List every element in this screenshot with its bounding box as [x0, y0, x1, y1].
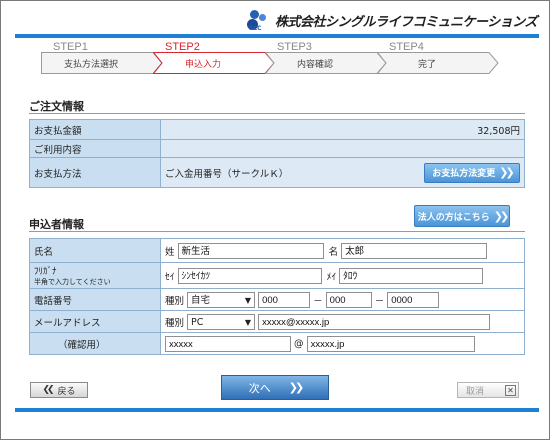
table-row: お支払金額 32,508円 [29, 119, 525, 140]
applicant-section-title: 申込者情報 [29, 218, 84, 231]
name-label: 氏名 [29, 238, 161, 263]
step-indicator: STEP1 支払方法選択 STEP2 申込入力 STEP3 内容確認 STEP4 [41, 41, 501, 75]
sei-input[interactable]: 新生活 [177, 242, 324, 259]
confirm-local-input[interactable]: xxxxx [165, 335, 291, 352]
brand-name: 株式会社シングルライフコミュニケーションズ [275, 14, 537, 30]
confirm-domain-input[interactable]: xxxxx.jp [306, 335, 475, 352]
brand-logo: SLC 株式会社シングルライフコミュニケーションズ [247, 9, 537, 32]
email-input[interactable]: xxxxx@xxxxx.jp [258, 313, 491, 330]
method-cell: ご入金用番号（サークルＫ） お支払方法変更 ❯❯ [160, 157, 525, 188]
phone-type-select[interactable]: 自宅 ▼ [187, 291, 256, 308]
usage-label: ご利用内容 [29, 139, 161, 158]
email-label: メールアドレス [29, 310, 161, 333]
table-row: 氏名 姓 新生活 名 太郎 [29, 238, 525, 263]
cancel-button[interactable]: 取消 ✕ [457, 382, 519, 398]
top-divider [15, 34, 539, 38]
next-button[interactable]: 次へ ❯❯ [221, 375, 329, 400]
method-label: お支払方法 [29, 157, 161, 188]
usage-value [160, 139, 525, 158]
amount-value: 32,508円 [160, 119, 525, 140]
page-frame: SLC 株式会社シングルライフコミュニケーションズ STEP1 支払方法選択 S… [0, 0, 550, 440]
phone-cell: 種別 自宅 ▼ 000 － 000 － 0000 [160, 288, 525, 311]
email-type-select[interactable]: PC ▼ [187, 313, 256, 330]
kana-note: 半角で入力してください [34, 278, 111, 286]
step-3: STEP3 内容確認 [265, 41, 387, 75]
section-divider [29, 113, 525, 114]
order-table: お支払金額 32,508円 ご利用内容 お支払方法 ご入金用番号（サークルＫ） … [29, 119, 525, 188]
step-4: STEP4 完了 [377, 41, 499, 75]
phone-label: 電話番号 [29, 288, 161, 311]
chevron-left-icon: ❮❮ [42, 385, 54, 395]
confirm-cell: xxxxx @ xxxxx.jp [160, 332, 525, 355]
phone-part1-input[interactable]: 000 [258, 291, 311, 308]
step-1: STEP1 支払方法選択 [41, 41, 163, 75]
kana-sei-input[interactable]: ｼﾝｾｲｶﾂ [177, 267, 322, 284]
phone-part3-input[interactable]: 0000 [387, 291, 440, 308]
phone-part2-input[interactable]: 000 [325, 291, 372, 308]
bottom-divider [15, 408, 539, 412]
table-row: メールアドレス 種別 PC ▼ xxxxx@xxxxx.jp [29, 310, 525, 333]
corporate-button[interactable]: 法人の方はこちら ❯❯ [414, 205, 510, 227]
method-value: ご入金用番号（サークルＫ） [165, 168, 289, 180]
applicant-table: 氏名 姓 新生活 名 太郎 ﾌﾘｶﾞﾅ 半角で入力してください ｾｲ ｼﾝｾｲｶ… [29, 238, 525, 355]
kana-label-cell: ﾌﾘｶﾞﾅ 半角で入力してください [29, 262, 161, 289]
dropdown-arrow-icon: ▼ [244, 317, 252, 327]
chevron-right-icon: ❯❯ [493, 209, 510, 223]
kana-label: ﾌﾘｶﾞﾅ [34, 267, 57, 277]
step-2: STEP2 申込入力 [153, 41, 275, 75]
close-icon: ✕ [505, 384, 516, 396]
section-divider [29, 231, 525, 232]
chevron-right-icon: ❯❯ [288, 381, 305, 394]
back-button[interactable]: ❮❮ 戻る [30, 382, 88, 398]
dropdown-arrow-icon: ▼ [244, 295, 252, 305]
mei-input[interactable]: 太郎 [341, 242, 488, 259]
order-section-title: ご注文情報 [29, 100, 84, 113]
kana-cell: ｾｲ ｼﾝｾｲｶﾂ ﾒｲ ﾀﾛｳ [160, 262, 525, 289]
table-row: 電話番号 種別 自宅 ▼ 000 － 000 － 0000 [29, 288, 525, 311]
change-payment-button[interactable]: お支払方法変更 ❯❯ [424, 162, 520, 183]
kana-mei-input[interactable]: ﾀﾛｳ [339, 267, 484, 284]
chevron-right-icon: ❯❯ [499, 166, 515, 179]
logo-mark-icon: SLC [247, 9, 275, 32]
table-row: ﾌﾘｶﾞﾅ 半角で入力してください ｾｲ ｼﾝｾｲｶﾂ ﾒｲ ﾀﾛｳ [29, 262, 525, 289]
table-row: お支払方法 ご入金用番号（サークルＫ） お支払方法変更 ❯❯ [29, 157, 525, 188]
table-row: ご利用内容 [29, 139, 525, 158]
name-cell: 姓 新生活 名 太郎 [160, 238, 525, 263]
email-cell: 種別 PC ▼ xxxxx@xxxxx.jp [160, 310, 525, 333]
table-row: （確認用） xxxxx @ xxxxx.jp [29, 332, 525, 355]
amount-label: お支払金額 [29, 119, 161, 140]
confirm-label: （確認用） [29, 332, 161, 355]
